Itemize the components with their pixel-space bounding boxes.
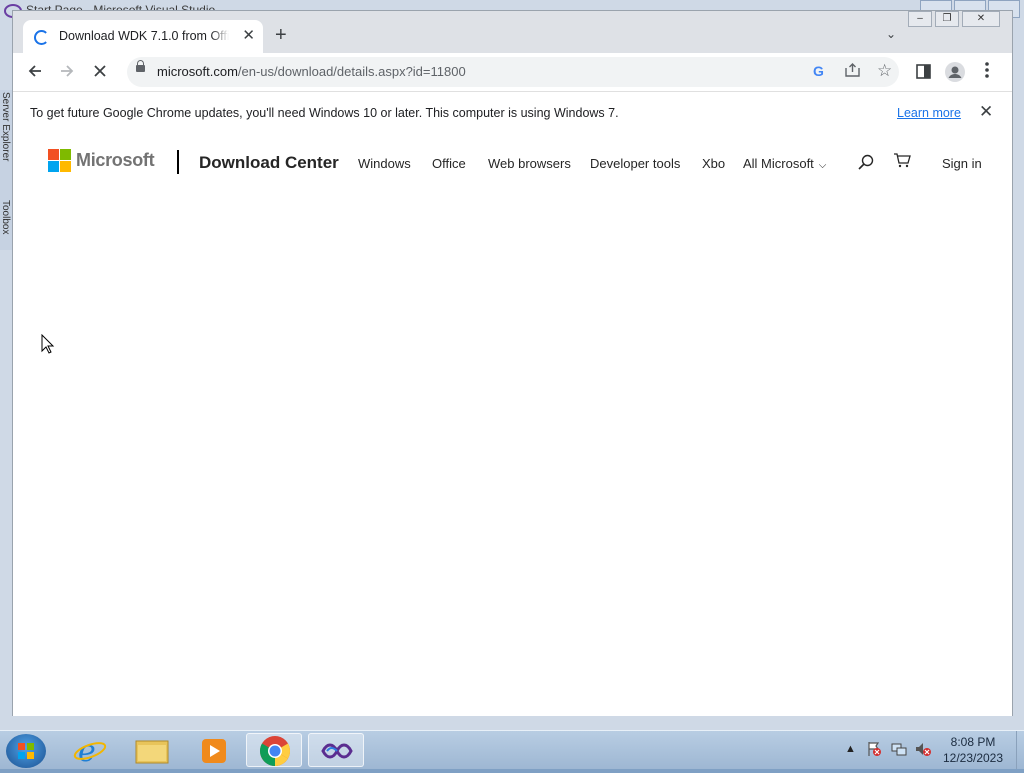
- action-center-flag-icon[interactable]: [866, 741, 882, 760]
- stop-loading-icon[interactable]: [93, 63, 107, 83]
- chrome-window-controls: – ❐ ✕: [908, 11, 1000, 27]
- tab-strip: Download WDK 7.1.0 from Official Microso…: [13, 11, 1012, 53]
- network-icon[interactable]: [891, 741, 907, 760]
- start-orb-icon[interactable]: [6, 734, 46, 768]
- profile-avatar-icon[interactable]: [945, 62, 965, 87]
- active-tab[interactable]: Download WDK 7.1.0 from Official Microso…: [23, 20, 263, 53]
- toolbox-tab[interactable]: Toolbox: [0, 200, 11, 234]
- share-icon[interactable]: [845, 63, 860, 80]
- internet-explorer-icon[interactable]: e: [62, 733, 118, 769]
- update-infobar: To get future Google Chrome updates, you…: [13, 91, 1012, 137]
- server-explorer-tab[interactable]: Server Explorer: [0, 92, 11, 161]
- svg-text:e: e: [78, 734, 96, 767]
- chrome-window: Download WDK 7.1.0 from Official Microso…: [12, 10, 1013, 716]
- cart-icon[interactable]: [893, 152, 911, 172]
- infobar-close-icon[interactable]: ✕: [979, 102, 993, 122]
- system-clock[interactable]: 8:08 PM 12/23/2023: [940, 734, 1006, 766]
- header-divider: [177, 150, 179, 174]
- forward-arrow-icon[interactable]: [59, 63, 75, 84]
- nav-office[interactable]: Office: [432, 156, 466, 171]
- clock-time: 8:08 PM: [950, 735, 996, 749]
- bookmark-star-icon[interactable]: ☆: [877, 61, 892, 81]
- web-page: Microsoft Download Center Windows Office…: [13, 136, 1012, 716]
- loading-spinner-icon: [34, 30, 49, 45]
- tab-title: Download WDK 7.1.0 from Official Microso…: [59, 29, 229, 43]
- side-panel-icon[interactable]: [916, 64, 931, 84]
- clock-date: 12/23/2023: [942, 751, 1004, 765]
- maximize-button[interactable]: ❐: [935, 11, 959, 27]
- mouse-cursor-icon: [41, 333, 55, 359]
- microsoft-logo-icon[interactable]: [48, 149, 71, 172]
- vs-side-tabs[interactable]: Server Explorer Toolbox: [0, 90, 12, 250]
- google-chrome-icon[interactable]: [246, 733, 302, 767]
- close-tab-icon[interactable]: ✕: [242, 26, 255, 44]
- address-bar[interactable]: microsoft.com/en-us/download/details.asp…: [127, 57, 899, 87]
- microsoft-header: Microsoft Download Center Windows Office…: [13, 136, 1012, 192]
- windows-explorer-icon[interactable]: [124, 733, 180, 767]
- windows-taskbar: e ▲ 8:08 PM 12/23/2023: [0, 730, 1024, 769]
- back-arrow-icon[interactable]: [27, 63, 43, 84]
- visual-studio-taskbar-icon[interactable]: [308, 733, 364, 767]
- learn-more-link[interactable]: Learn more: [897, 106, 961, 120]
- nav-web-browsers[interactable]: Web browsers: [488, 156, 571, 171]
- download-center-title[interactable]: Download Center: [199, 153, 339, 173]
- sign-in-link[interactable]: Sign in: [942, 156, 982, 171]
- minimize-button[interactable]: –: [908, 11, 932, 27]
- infobar-message: To get future Google Chrome updates, you…: [30, 106, 619, 120]
- media-player-icon[interactable]: [186, 733, 242, 767]
- chrome-menu-icon[interactable]: [985, 61, 989, 84]
- show-hidden-icons-arrow-icon[interactable]: ▲: [845, 743, 856, 755]
- volume-muted-icon[interactable]: [915, 741, 931, 760]
- nav-windows[interactable]: Windows: [358, 156, 411, 171]
- show-desktop-button[interactable]: [1016, 731, 1024, 769]
- url-text[interactable]: microsoft.com/en-us/download/details.asp…: [157, 64, 466, 79]
- close-window-button[interactable]: ✕: [962, 11, 1000, 27]
- google-lens-icon[interactable]: G: [813, 63, 824, 79]
- browser-toolbar: microsoft.com/en-us/download/details.asp…: [13, 53, 1012, 91]
- nav-xbox[interactable]: Xbo: [702, 156, 725, 171]
- nav-all-microsoft[interactable]: All Microsoft ⌵: [743, 156, 826, 171]
- chevron-down-icon: ⌵: [818, 160, 827, 171]
- lock-icon[interactable]: [136, 60, 145, 72]
- nav-developer-tools[interactable]: Developer tools: [590, 156, 680, 171]
- search-icon[interactable]: [858, 154, 874, 175]
- new-tab-plus-icon[interactable]: +: [275, 24, 287, 47]
- tab-search-chevron-icon[interactable]: ⌄: [886, 27, 896, 41]
- microsoft-brand[interactable]: Microsoft: [76, 150, 155, 171]
